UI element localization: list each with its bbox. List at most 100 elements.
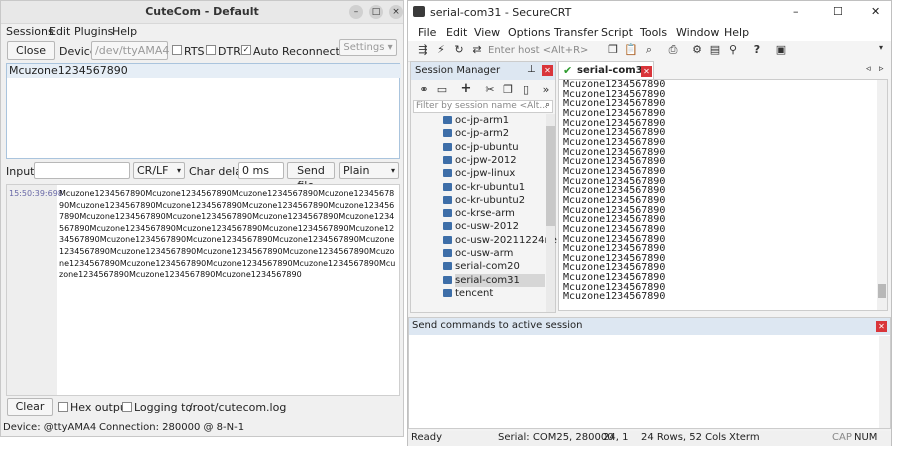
- menu-file[interactable]: File: [418, 26, 436, 39]
- session-item[interactable]: oc-jpw-2012: [443, 154, 545, 167]
- paste-icon[interactable]: 📋: [624, 43, 638, 56]
- dtr-checkbox[interactable]: [206, 45, 216, 55]
- send-history-item[interactable]: Mcuzone1234567890: [7, 64, 401, 78]
- close-panel-icon[interactable]: ✕: [542, 65, 553, 76]
- session-terminal-icon: [443, 116, 452, 124]
- session-item[interactable]: oc-kr-ubuntu1: [443, 181, 545, 194]
- session-item[interactable]: oc-usw-2012: [443, 220, 545, 233]
- copy-icon[interactable]: ❐: [606, 43, 620, 56]
- session-item[interactable]: oc-usw-20211224ne: [443, 234, 557, 247]
- maximize-button[interactable]: ☐: [833, 5, 843, 18]
- menu-edit[interactable]: Edit: [446, 26, 467, 39]
- menu-transfer[interactable]: Transfer: [554, 26, 598, 39]
- session-label: oc-kr-ubuntu1: [455, 181, 526, 193]
- minimize-button[interactable]: –: [349, 5, 363, 19]
- connected-check-icon: ✔: [563, 64, 573, 77]
- output-log[interactable]: 15:50:39:698 Mcuzone1234567890Mcuzone123…: [6, 184, 400, 396]
- log-timestamp: 15:50:39:698: [9, 189, 63, 198]
- send-file-button[interactable]: Send file...: [287, 162, 335, 192]
- auto-reconnect-checkbox[interactable]: ✓: [241, 45, 251, 55]
- minimize-button[interactable]: –: [793, 5, 799, 18]
- scrollbar-thumb[interactable]: [878, 284, 886, 298]
- session-filter-input[interactable]: Filter by session name <Alt... ⌕: [413, 100, 553, 113]
- overflow-icon[interactable]: »: [539, 83, 553, 96]
- session-terminal-icon: [443, 169, 452, 178]
- settings-icon[interactable]: ⚙: [690, 43, 704, 56]
- sftp-icon[interactable]: ▣: [774, 43, 788, 56]
- reconnect-icon[interactable]: ↻: [452, 43, 466, 56]
- copy-icon[interactable]: ❐: [501, 83, 515, 96]
- help-icon[interactable]: ?: [750, 43, 764, 56]
- close-tab-icon[interactable]: ✕: [641, 66, 652, 77]
- logging-checkbox[interactable]: [122, 402, 132, 412]
- settings-button[interactable]: Settings ▾: [339, 39, 397, 56]
- find-icon[interactable]: ⌕: [642, 43, 656, 57]
- session-item[interactable]: oc-jp-ubuntu: [443, 141, 545, 154]
- menu-sessions[interactable]: Sessions: [6, 25, 54, 38]
- cut-icon[interactable]: ✂: [483, 83, 497, 96]
- input-row: Input: CR/LF▾ Char delay: 0 ms Send file…: [1, 161, 403, 192]
- command-input-area[interactable]: [409, 336, 879, 428]
- close-window-button[interactable]: ✕: [871, 5, 880, 18]
- format-value: Plain: [343, 164, 370, 177]
- connect-icon[interactable]: ⇶: [416, 43, 430, 56]
- device-select[interactable]: /dev/ttyAMA4: [91, 41, 169, 60]
- keymap-icon[interactable]: ⚲: [726, 43, 740, 56]
- char-delay-field[interactable]: 0 ms: [238, 162, 284, 179]
- maximize-button[interactable]: □: [369, 5, 383, 19]
- session-item[interactable]: serial-com31: [443, 273, 545, 287]
- close-panel-icon[interactable]: ✕: [876, 321, 887, 332]
- pin-icon[interactable]: ⊥: [527, 64, 536, 75]
- link-icon[interactable]: ⚭: [417, 83, 431, 96]
- add-session-icon[interactable]: +: [459, 81, 473, 96]
- disconnect-icon[interactable]: ⇄: [470, 43, 484, 56]
- session-label: serial-com31: [455, 274, 520, 286]
- session-label: oc-jp-arm1: [455, 115, 510, 126]
- rts-checkbox[interactable]: [172, 45, 182, 55]
- menu-help[interactable]: Help: [112, 25, 137, 38]
- session-manager-header: Session Manager ⊥ ✕: [411, 62, 555, 80]
- paste-icon[interactable]: ▯: [519, 83, 533, 96]
- session-item[interactable]: oc-jpw-linux: [443, 167, 545, 180]
- global-options-icon[interactable]: ▤: [708, 43, 722, 56]
- format-select[interactable]: Plain ▾: [339, 162, 399, 179]
- session-item[interactable]: oc-jp-arm2: [443, 127, 545, 140]
- session-item[interactable]: serial-com20: [443, 260, 545, 273]
- menu-edit[interactable]: Edit: [49, 25, 70, 38]
- menu-view[interactable]: View: [474, 26, 500, 39]
- menu-plugins[interactable]: Plugins: [74, 25, 113, 38]
- tab-scroll-right-icon[interactable]: ▹: [879, 64, 884, 74]
- hex-output-checkbox[interactable]: [58, 402, 68, 412]
- connect-session-icon[interactable]: ▭: [435, 83, 449, 96]
- session-item[interactable]: oc-krse-arm: [443, 207, 545, 220]
- session-item[interactable]: tencent: [443, 287, 545, 300]
- tab-scroll-left-icon[interactable]: ◃: [866, 64, 871, 74]
- menu-options[interactable]: Options: [508, 26, 550, 39]
- menu-window[interactable]: Window: [676, 26, 719, 39]
- menu-tools[interactable]: Tools: [640, 26, 667, 39]
- session-item[interactable]: oc-usw-arm: [443, 247, 545, 260]
- clear-button[interactable]: Clear: [7, 398, 53, 416]
- scrollbar-thumb[interactable]: [546, 126, 555, 226]
- print-icon[interactable]: ⎙: [666, 43, 680, 57]
- close-window-button[interactable]: ×: [389, 5, 403, 19]
- menu-help[interactable]: Help: [724, 26, 749, 39]
- line-ending-select[interactable]: CR/LF ▾: [133, 162, 185, 179]
- session-item[interactable]: oc-jp-arm1: [443, 114, 545, 127]
- terminal-scrollbar[interactable]: [877, 80, 887, 310]
- rts-label: RTS: [184, 45, 205, 58]
- terminal-view[interactable]: Mcuzone1234567890 Mcuzone1234567890 Mcuzon…: [558, 79, 888, 311]
- host-input[interactable]: Enter host <Alt+R>: [488, 43, 598, 58]
- send-commands-panel: Send commands to active session ✕: [408, 317, 891, 429]
- menu-script[interactable]: Script: [601, 26, 633, 39]
- session-item[interactable]: oc-kr-ubuntu2: [443, 194, 545, 207]
- session-list-scrollbar[interactable]: [546, 114, 555, 312]
- tab-serial-com31[interactable]: ✔ serial-com31 ✕: [558, 61, 654, 79]
- input-field[interactable]: [34, 162, 130, 179]
- command-area-scrollbar[interactable]: [879, 336, 890, 428]
- close-port-button[interactable]: Close: [7, 41, 55, 60]
- toolbar-overflow-icon[interactable]: ▾: [874, 43, 888, 52]
- quick-connect-icon[interactable]: ⚡: [434, 43, 448, 56]
- filter-placeholder: Filter by session name <Alt...: [416, 101, 548, 111]
- send-history-area[interactable]: Mcuzone1234567890: [6, 63, 401, 159]
